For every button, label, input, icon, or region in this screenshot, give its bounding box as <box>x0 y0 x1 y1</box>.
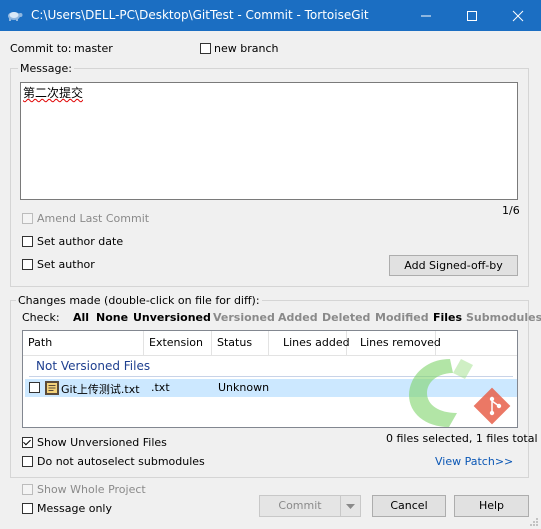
commit-button[interactable]: Commit <box>259 495 341 517</box>
resize-grip-icon[interactable] <box>528 516 539 527</box>
help-button[interactable]: Help <box>454 495 529 517</box>
minimize-icon <box>421 15 431 17</box>
show-whole-project-checkbox[interactable] <box>22 484 33 495</box>
close-button[interactable] <box>495 0 541 31</box>
filter-versioned[interactable]: Versioned <box>213 311 275 324</box>
amend-last-commit-checkbox[interactable] <box>22 213 33 224</box>
show-unversioned-label[interactable]: Show Unversioned Files <box>37 436 167 449</box>
cancel-button[interactable]: Cancel <box>372 495 446 517</box>
show-whole-project-label: Show Whole Project <box>37 483 146 496</box>
column-header-path[interactable]: Path <box>23 331 144 355</box>
tortoise-app-icon <box>8 12 23 21</box>
message-text: 第二次提交 <box>23 86 84 100</box>
changes-group-label: Changes made (double-click on file for d… <box>16 294 262 307</box>
text-file-icon <box>45 381 59 395</box>
commit-dropdown-button[interactable] <box>340 495 361 517</box>
filter-added[interactable]: Added <box>278 311 318 324</box>
maximize-button[interactable] <box>449 0 495 31</box>
filter-files[interactable]: Files <box>433 311 462 324</box>
set-author-checkbox[interactable] <box>22 259 33 270</box>
set-author-label[interactable]: Set author <box>37 258 95 271</box>
do-not-autoselect-checkbox[interactable] <box>22 456 33 467</box>
filter-none[interactable]: None <box>96 311 128 324</box>
dropdown-arrow-icon <box>346 504 355 509</box>
title-bar: C:\Users\DELL-PC\Desktop\GitTest - Commi… <box>0 0 541 31</box>
filter-deleted[interactable]: Deleted <box>322 311 370 324</box>
minimize-button[interactable] <box>403 0 449 31</box>
filter-all[interactable]: All <box>73 311 89 324</box>
message-line-counter: 1/6 <box>502 204 520 217</box>
amend-last-commit-label: Amend Last Commit <box>37 212 150 225</box>
commit-branch-name: master <box>74 42 113 55</box>
set-author-date-checkbox[interactable] <box>22 236 33 247</box>
set-author-date-label[interactable]: Set author date <box>37 235 123 248</box>
do-not-autoselect-label[interactable]: Do not autoselect submodules <box>37 455 205 468</box>
close-icon <box>512 10 524 22</box>
file-row-checkbox[interactable] <box>29 382 40 393</box>
commit-to-label: Commit to: <box>10 42 72 55</box>
message-only-label[interactable]: Message only <box>37 502 112 515</box>
message-only-checkbox[interactable] <box>22 503 33 514</box>
new-branch-label[interactable]: new branch <box>214 42 278 55</box>
new-branch-checkbox[interactable] <box>200 43 211 54</box>
file-row-status: Unknown <box>218 381 270 394</box>
not-versioned-section-header: Not Versioned Files <box>36 359 151 373</box>
column-header-extension[interactable]: Extension <box>144 331 212 355</box>
file-row-path: Git上传测试.txt <box>61 383 140 396</box>
file-list[interactable]: Path Extension Status Lines added Lines … <box>22 330 518 428</box>
show-unversioned-checkbox[interactable] <box>22 437 33 448</box>
column-header-lines-added[interactable]: Lines added <box>269 331 350 355</box>
file-row-extension: .txt <box>151 381 170 394</box>
window-title: C:\Users\DELL-PC\Desktop\GitTest - Commi… <box>31 8 369 22</box>
filter-modified[interactable]: Modified <box>375 311 429 324</box>
add-signed-off-by-button[interactable]: Add Signed-off-by <box>389 255 518 276</box>
column-header-status[interactable]: Status <box>212 331 269 355</box>
maximize-icon <box>467 11 477 21</box>
check-label: Check: <box>22 311 60 324</box>
message-textarea[interactable]: 第二次提交 <box>20 82 518 200</box>
files-summary: 0 files selected, 1 files total <box>386 432 538 445</box>
view-patch-link[interactable]: View Patch>> <box>435 455 513 468</box>
filter-unversioned[interactable]: Unversioned <box>133 311 211 324</box>
filter-submodules[interactable]: Submodules <box>466 311 541 324</box>
watermark-logo-icon <box>409 359 511 427</box>
message-group-label: Message: <box>18 62 74 75</box>
